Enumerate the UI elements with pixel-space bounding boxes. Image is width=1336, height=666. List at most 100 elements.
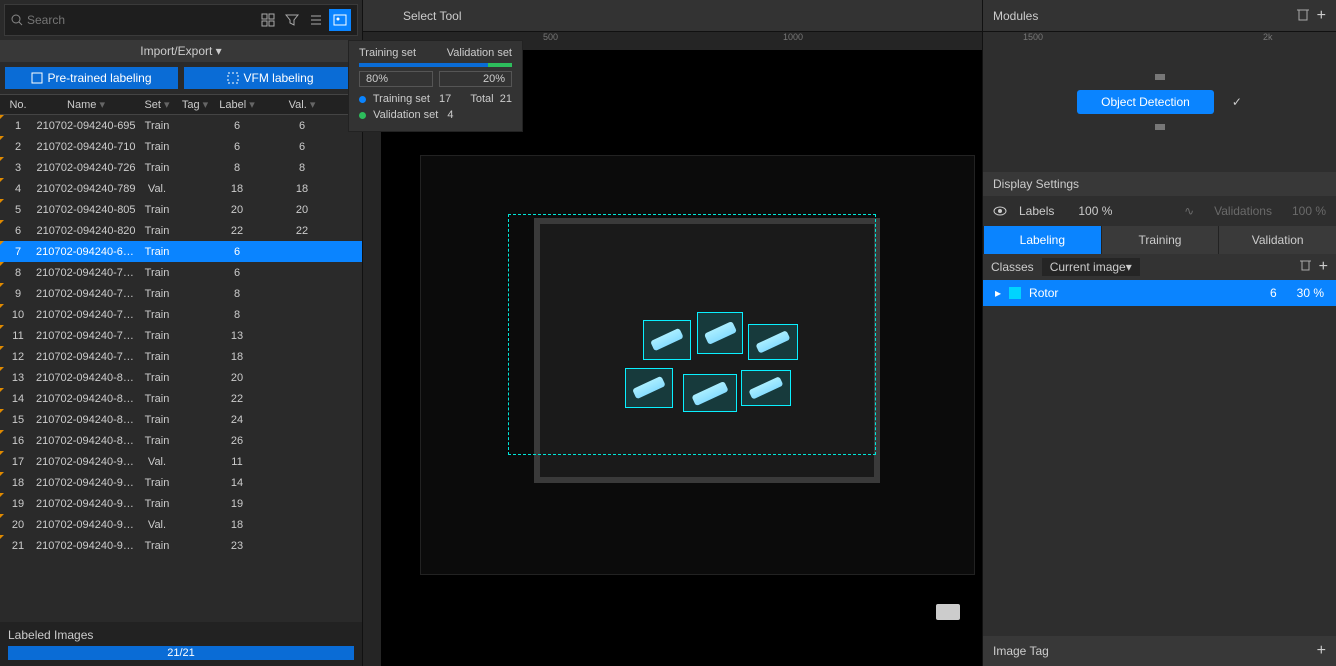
table-row[interactable]: 11210702-094240-77...Train13 <box>0 325 362 346</box>
table-row[interactable]: 18210702-094240-93...Train14 <box>0 472 362 493</box>
keyboard-icon[interactable] <box>936 604 960 620</box>
delete-module-icon[interactable] <box>1297 7 1309 25</box>
ruler-tick: 1000 <box>783 32 803 42</box>
import-export-button[interactable]: Import/Export ▾ <box>0 40 362 62</box>
object-graphic <box>632 376 666 400</box>
table-row[interactable]: 20210702-094240-96...Val.18 <box>0 514 362 535</box>
table-row[interactable]: 9210702-094240-72...Train8 <box>0 283 362 304</box>
roi-outline[interactable] <box>508 214 876 455</box>
bounding-box[interactable] <box>683 374 737 412</box>
table-row[interactable]: 6210702-094240-820Train2222 <box>0 220 362 241</box>
image-mode-icon[interactable] <box>329 9 351 31</box>
table-row[interactable]: 7210702-094240-69...Train6 <box>0 241 362 262</box>
list-view-icon[interactable] <box>305 9 327 31</box>
vfm-labeling-label: VFM labeling <box>243 71 313 85</box>
bounding-box[interactable] <box>643 320 691 360</box>
search-input[interactable] <box>27 13 257 27</box>
pretrained-labeling-label: Pre-trained labeling <box>47 71 151 85</box>
pretrained-labeling-button[interactable]: Pre-trained labeling <box>5 67 178 89</box>
modules-label: Modules <box>993 9 1038 23</box>
module-handle-top[interactable] <box>1155 74 1165 80</box>
table-row[interactable]: 14210702-094240-82...Train22 <box>0 388 362 409</box>
marker-triangle-icon <box>0 388 4 392</box>
training-set-label: Training set <box>359 47 416 59</box>
validation-set-label: Validation set <box>447 47 512 59</box>
bounding-box[interactable] <box>697 312 743 354</box>
delete-class-icon[interactable] <box>1300 258 1311 276</box>
table-row[interactable]: 12210702-094240-78...Train18 <box>0 346 362 367</box>
table-row[interactable]: 21210702-094240-97...Train23 <box>0 535 362 556</box>
marker-triangle-icon <box>0 304 4 308</box>
th-set[interactable]: Set ▾ <box>136 98 178 111</box>
classes-scope-dropdown[interactable]: Current image▾ <box>1042 258 1140 276</box>
marker-triangle-icon <box>0 157 4 161</box>
table-row[interactable]: 1210702-094240-695Train66 <box>0 115 362 136</box>
total-count: 21 <box>500 93 512 105</box>
marker-triangle-icon <box>0 430 4 434</box>
ds-validations: Validations <box>1214 204 1272 218</box>
table-row[interactable]: 13210702-094240-80...Train20 <box>0 367 362 388</box>
split-slider[interactable] <box>359 63 512 67</box>
marker-triangle-icon <box>0 199 4 203</box>
table-row[interactable]: 10210702-094240-74...Train8 <box>0 304 362 325</box>
marker-triangle-icon <box>0 514 4 518</box>
th-name[interactable]: Name ▾ <box>36 98 136 111</box>
th-label[interactable]: Label ▾ <box>212 98 262 111</box>
bounding-box[interactable] <box>748 324 798 360</box>
vfm-labeling-button[interactable]: VFM labeling <box>184 67 357 89</box>
table-row[interactable]: 8210702-094240-71...Train6 <box>0 262 362 283</box>
wave-icon: ∿ <box>1184 204 1194 218</box>
search-row <box>4 4 358 36</box>
module-block[interactable]: Object Detection <box>1077 90 1214 114</box>
th-val[interactable]: Val. ▾ <box>262 98 342 111</box>
table-row[interactable]: 17210702-094240-91...Val.11 <box>0 451 362 472</box>
tab-labeling[interactable]: Labeling <box>983 226 1101 254</box>
module-handle-bottom[interactable] <box>1155 124 1165 130</box>
image-tag-section: Image Tag + <box>983 636 1336 666</box>
module-canvas[interactable]: Object Detection ✓ <box>983 32 1336 172</box>
table-row[interactable]: 16210702-094240-85...Train26 <box>0 430 362 451</box>
val-pct-input[interactable]: 20% <box>439 71 513 87</box>
table-row[interactable]: 3210702-094240-726Train88 <box>0 157 362 178</box>
display-settings-header: Display Settings <box>983 172 1336 196</box>
marker-triangle-icon <box>0 178 4 182</box>
labeled-images-label: Labeled Images <box>8 628 354 642</box>
table-row[interactable]: 19210702-094240-94...Train19 <box>0 493 362 514</box>
class-name: Rotor <box>1029 286 1058 300</box>
add-class-icon[interactable]: + <box>1319 258 1328 276</box>
table-row[interactable]: 4210702-094240-789Val.1818 <box>0 178 362 199</box>
object-graphic <box>691 380 729 405</box>
marker-triangle-icon <box>0 136 4 140</box>
th-tag[interactable]: Tag ▾ <box>178 98 212 111</box>
display-settings-row: Labels 100 % ∿ Validations 100 % <box>983 196 1336 226</box>
class-row[interactable]: ▸ Rotor 6 30 % <box>983 280 1336 306</box>
object-graphic <box>756 330 791 353</box>
add-tag-icon[interactable]: + <box>1317 642 1326 660</box>
thumbnail-view-icon[interactable] <box>257 9 279 31</box>
eye-icon[interactable] <box>993 206 1007 216</box>
class-color-swatch[interactable] <box>1009 287 1021 299</box>
filter-icon[interactable] <box>281 9 303 31</box>
th-no[interactable]: No. <box>0 99 36 111</box>
table-row[interactable]: 15210702-094240-83...Train24 <box>0 409 362 430</box>
main-image[interactable] <box>420 155 975 575</box>
tab-validation[interactable]: Validation <box>1218 226 1336 254</box>
bounding-box[interactable] <box>625 368 673 408</box>
canvas-area[interactable]: ROI <box>363 50 982 666</box>
val-count: 4 <box>447 109 453 121</box>
tab-training[interactable]: Training <box>1101 226 1219 254</box>
add-module-icon[interactable]: + <box>1317 7 1326 25</box>
marker-triangle-icon <box>0 367 4 371</box>
module-check-icon[interactable]: ✓ <box>1232 95 1242 109</box>
ruler-left <box>363 50 381 666</box>
object-graphic <box>650 328 684 352</box>
ds-validations-pct: 100 % <box>1292 204 1326 218</box>
table-row[interactable]: 2210702-094240-710Train66 <box>0 136 362 157</box>
train-pct-input[interactable]: 80% <box>359 71 433 87</box>
bounding-box[interactable] <box>741 370 791 406</box>
train-dot-icon <box>359 96 366 103</box>
table-body[interactable]: 1210702-094240-695Train662210702-094240-… <box>0 115 362 622</box>
ruler-tick: 500 <box>543 32 558 42</box>
topbar: Select Tool <box>363 0 982 32</box>
table-row[interactable]: 5210702-094240-805Train2020 <box>0 199 362 220</box>
